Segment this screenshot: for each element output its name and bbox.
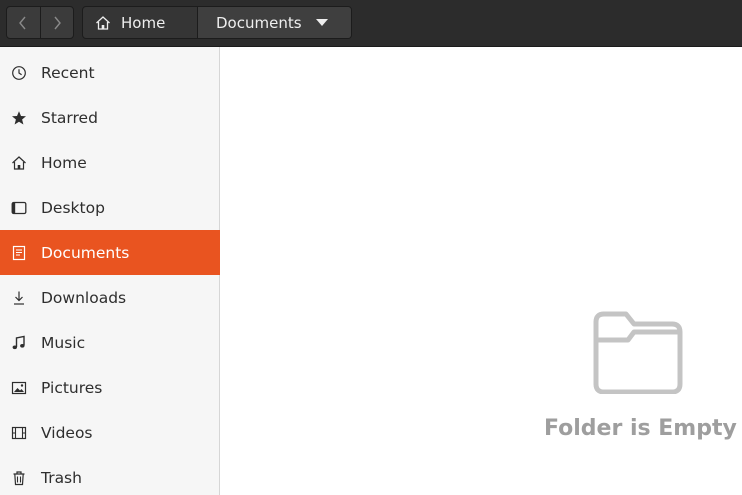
sidebar-item-label: Pictures [41, 378, 103, 397]
home-icon [96, 15, 110, 30]
sidebar-item-label: Music [41, 333, 86, 352]
navigation-buttons [6, 6, 74, 39]
sidebar-item-downloads[interactable]: Downloads [0, 275, 220, 320]
sidebar-item-starred[interactable]: Starred [0, 95, 220, 140]
sidebar-item-videos[interactable]: Videos [0, 410, 220, 455]
breadcrumb-documents-label: Documents [216, 13, 302, 32]
star-icon [10, 109, 28, 127]
forward-button[interactable] [39, 7, 73, 38]
trash-icon [10, 469, 28, 487]
sidebar: Recent Starred Home Desktop Documents Do… [0, 47, 220, 495]
sidebar-item-desktop[interactable]: Desktop [0, 185, 220, 230]
sidebar-item-label: Documents [41, 243, 130, 262]
back-button[interactable] [7, 7, 40, 38]
picture-icon [10, 379, 28, 397]
download-icon [10, 289, 28, 307]
document-icon [10, 244, 28, 262]
sidebar-item-label: Recent [41, 63, 95, 82]
breadcrumb-documents[interactable]: Documents [197, 7, 351, 38]
sidebar-item-recent[interactable]: Recent [0, 50, 220, 95]
empty-folder-label: Folder is Empty [544, 416, 737, 441]
chevron-right-icon [54, 16, 61, 29]
clock-icon [10, 64, 28, 82]
sidebar-item-home[interactable]: Home [0, 140, 220, 185]
desktop-icon [10, 199, 28, 217]
sidebar-item-label: Trash [41, 468, 82, 487]
sidebar-item-trash[interactable]: Trash [0, 455, 220, 495]
chevron-down-icon [315, 19, 328, 26]
video-icon [10, 424, 28, 442]
folder-icon [593, 311, 683, 394]
breadcrumb-home-label: Home [121, 13, 166, 32]
header-bar: Home Documents [0, 0, 742, 47]
chevron-left-icon [19, 16, 27, 29]
sidebar-item-label: Downloads [41, 288, 127, 307]
sidebar-item-documents[interactable]: Documents [0, 230, 220, 275]
breadcrumb: Home Documents [82, 6, 352, 39]
sidebar-item-pictures[interactable]: Pictures [0, 365, 220, 410]
sidebar-item-label: Videos [41, 423, 93, 442]
home-icon [10, 154, 28, 172]
sidebar-item-music[interactable]: Music [0, 320, 220, 365]
music-icon [10, 334, 28, 352]
sidebar-item-label: Desktop [41, 198, 105, 217]
sidebar-item-label: Starred [41, 108, 98, 127]
sidebar-item-label: Home [41, 153, 87, 172]
breadcrumb-home[interactable]: Home [83, 7, 197, 38]
